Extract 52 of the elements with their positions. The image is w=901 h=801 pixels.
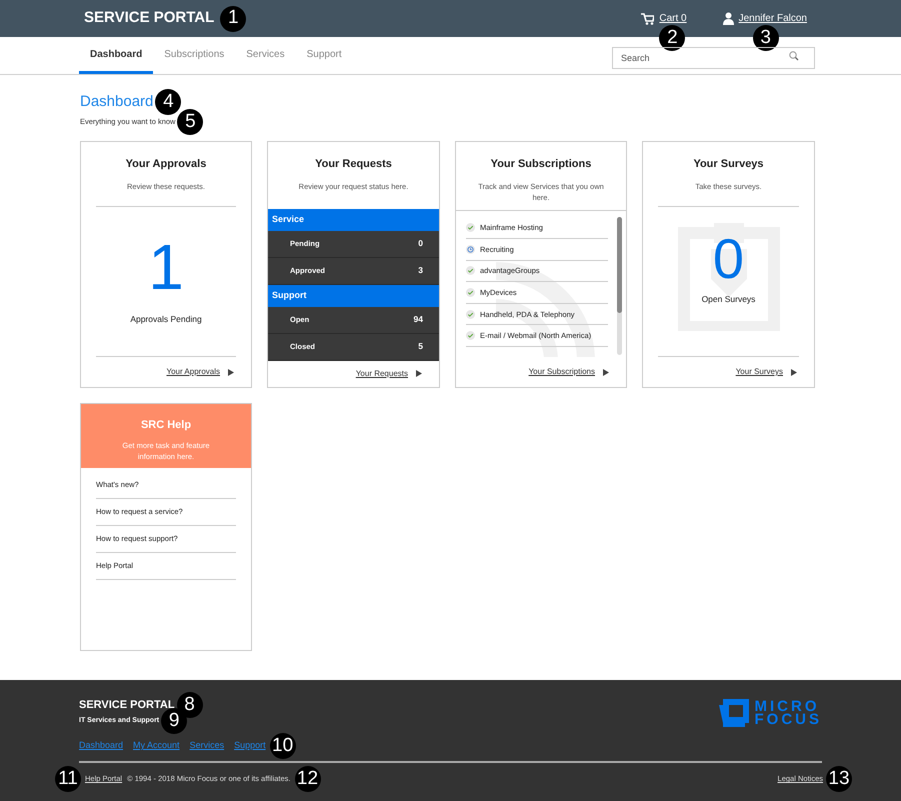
check-icon xyxy=(466,223,475,232)
callout-marker: 2 xyxy=(659,25,686,51)
callout-marker: 11 xyxy=(55,766,81,792)
callout-marker: 13 xyxy=(826,766,852,792)
row-count: 94 xyxy=(414,313,423,326)
check-icon xyxy=(466,310,475,319)
card-title: Your Surveys xyxy=(692,157,765,172)
card-link[interactable]: Your Requests xyxy=(356,368,408,380)
check-icon xyxy=(466,266,475,276)
play-arrow-icon[interactable] xyxy=(603,368,609,376)
nav-tab[interactable]: Subscriptions xyxy=(153,37,236,74)
nav-tab[interactable]: Services xyxy=(235,37,296,74)
nav-tab[interactable]: Support xyxy=(296,37,353,74)
nav-tab[interactable]: Dashboard xyxy=(79,37,154,74)
callout-marker: 1 xyxy=(220,6,246,32)
group-header: Service xyxy=(268,208,439,230)
callout-marker: 10 xyxy=(270,733,296,759)
approvals-count: 1 xyxy=(147,234,185,298)
check-icon xyxy=(466,288,475,298)
row-count: 3 xyxy=(418,264,423,277)
callout-marker: 4 xyxy=(155,89,182,115)
count-label: Approvals Pending xyxy=(129,312,203,326)
check-icon xyxy=(466,331,475,340)
play-arrow-icon[interactable] xyxy=(228,368,234,376)
search-icon[interactable] xyxy=(789,50,799,60)
card-title: Your Subscriptions xyxy=(490,157,592,172)
cart-link[interactable]: Cart 0 xyxy=(659,11,687,26)
micro-focus-logo: MICRO FOCUS xyxy=(718,698,822,728)
play-arrow-icon[interactable] xyxy=(416,370,422,378)
group-header: Support xyxy=(268,284,439,306)
card-title: Your Requests xyxy=(314,157,393,172)
user-link[interactable]: Jennifer Falcon xyxy=(738,11,807,26)
user-icon[interactable] xyxy=(722,12,734,25)
search-field[interactable]: Search xyxy=(612,46,815,68)
card-title: Your Approvals xyxy=(124,157,208,172)
play-arrow-icon[interactable] xyxy=(791,368,797,376)
count-label: Open Surveys xyxy=(702,292,756,306)
page-title: Dashboard xyxy=(80,92,154,112)
scrollbar[interactable] xyxy=(617,216,622,354)
surveys-count: 0 xyxy=(712,230,744,286)
callout-marker: 5 xyxy=(177,109,204,135)
row-count: 5 xyxy=(418,340,423,353)
callout-marker: 12 xyxy=(294,766,320,792)
card-link[interactable]: Your Subscriptions xyxy=(528,366,595,378)
portal-title: SERVICE PORTAL xyxy=(84,8,214,28)
help-title: SRC Help xyxy=(140,418,192,433)
card-link[interactable]: Your Surveys xyxy=(736,366,783,378)
clock-icon xyxy=(466,244,475,254)
callout-marker: 3 xyxy=(752,25,779,51)
row-count: 0 xyxy=(418,237,423,250)
cart-icon[interactable] xyxy=(641,12,654,24)
card-link[interactable]: Your Approvals xyxy=(166,366,220,378)
